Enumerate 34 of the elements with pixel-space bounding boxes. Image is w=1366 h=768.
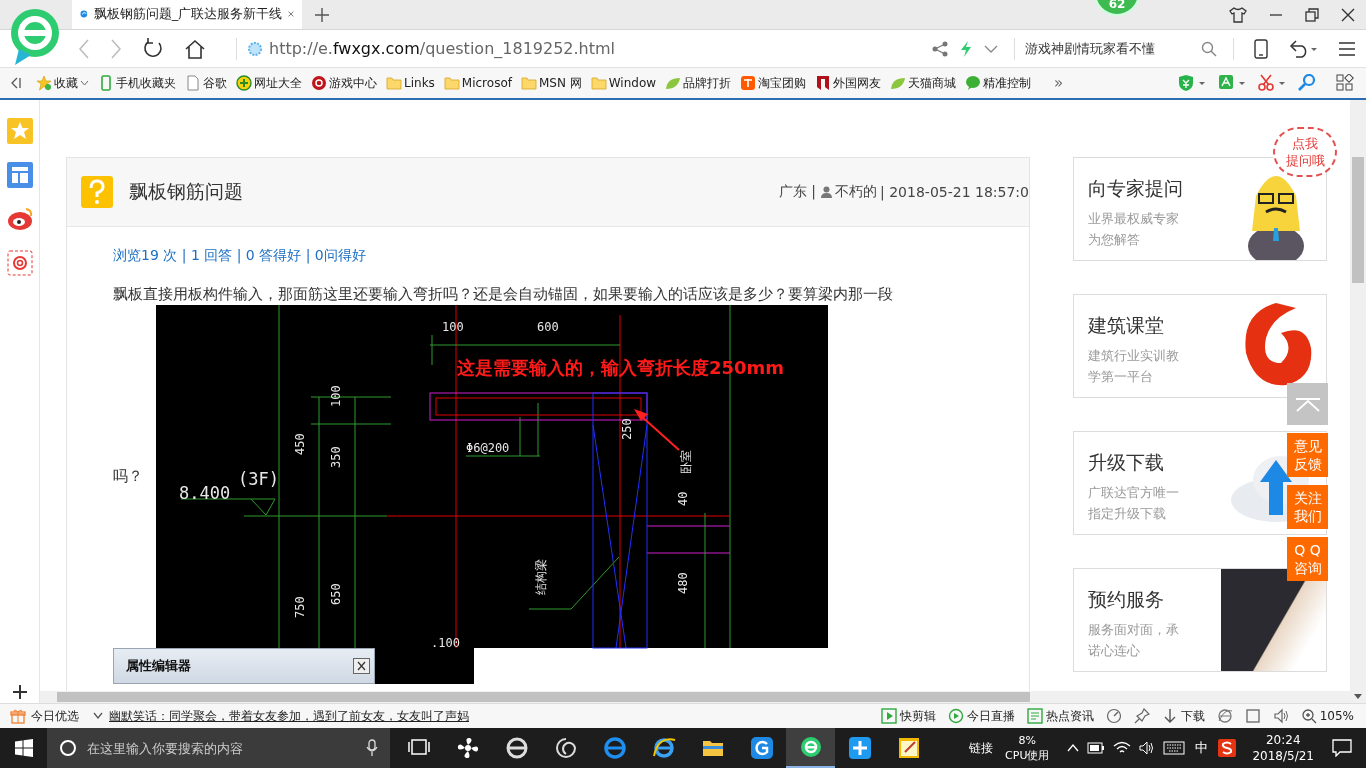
dimension-label: 480 xyxy=(676,572,690,594)
dimension-label: 100 xyxy=(442,320,464,334)
dimension-label: 750 xyxy=(293,596,307,618)
dimension-label: 250 xyxy=(620,418,634,440)
card-title: 升级下载 xyxy=(1088,450,1165,475)
dimension-label: .100 xyxy=(431,636,460,650)
clock-time: 20:24 xyxy=(1265,732,1301,748)
dimension-label: (3F) xyxy=(238,469,279,489)
dimension-label: 结构梁 xyxy=(534,559,548,595)
dimension-label: 40 xyxy=(676,491,690,506)
cpu-percent: 8% xyxy=(1018,733,1036,748)
question-text: 飘板直接用板构件输入，那面筋这里还要输入弯折吗？还是会自动锚固，如果要输入的话应该是多少？要算梁内那一段 xyxy=(113,285,894,304)
clock-date: 2018/5/21 xyxy=(1252,748,1314,764)
dimension-label: 600 xyxy=(537,320,559,334)
dimension-label: 650 xyxy=(329,583,343,605)
tab-title: 飘板钢筋问题_广联达服务新干线 xyxy=(93,5,283,23)
dimension-label: 卧室 xyxy=(679,450,693,474)
dimension-label: 100 xyxy=(329,385,343,407)
dimension-label: 450 xyxy=(293,433,307,455)
card-title: 预约服务 xyxy=(1088,587,1165,612)
cpu-label: CPU使用 xyxy=(1005,748,1050,763)
dimension-label: Φ6@200 xyxy=(466,441,510,455)
annotation-text: 这是需要输入的，输入弯折长度250mm xyxy=(457,357,785,378)
card-title: 向专家提问 xyxy=(1088,176,1183,201)
card-subtitle: 服务面对面，承 诺心连心 xyxy=(1088,621,1179,660)
card-subtitle: 业界最权威专家 为您解答 xyxy=(1088,210,1180,249)
dimension-label: 350 xyxy=(329,446,343,468)
question-title: 飘板钢筋问题 xyxy=(129,179,243,204)
panel-title: 属性编辑器 xyxy=(126,657,192,675)
card-title: 建筑课堂 xyxy=(1088,313,1165,338)
region-label: 广东 | xyxy=(778,183,817,201)
post-date: | 2018-05-21 18:57:0 xyxy=(880,184,1029,200)
question-text: 吗？ xyxy=(113,467,143,486)
dimension-label: 8.400 xyxy=(179,483,231,503)
